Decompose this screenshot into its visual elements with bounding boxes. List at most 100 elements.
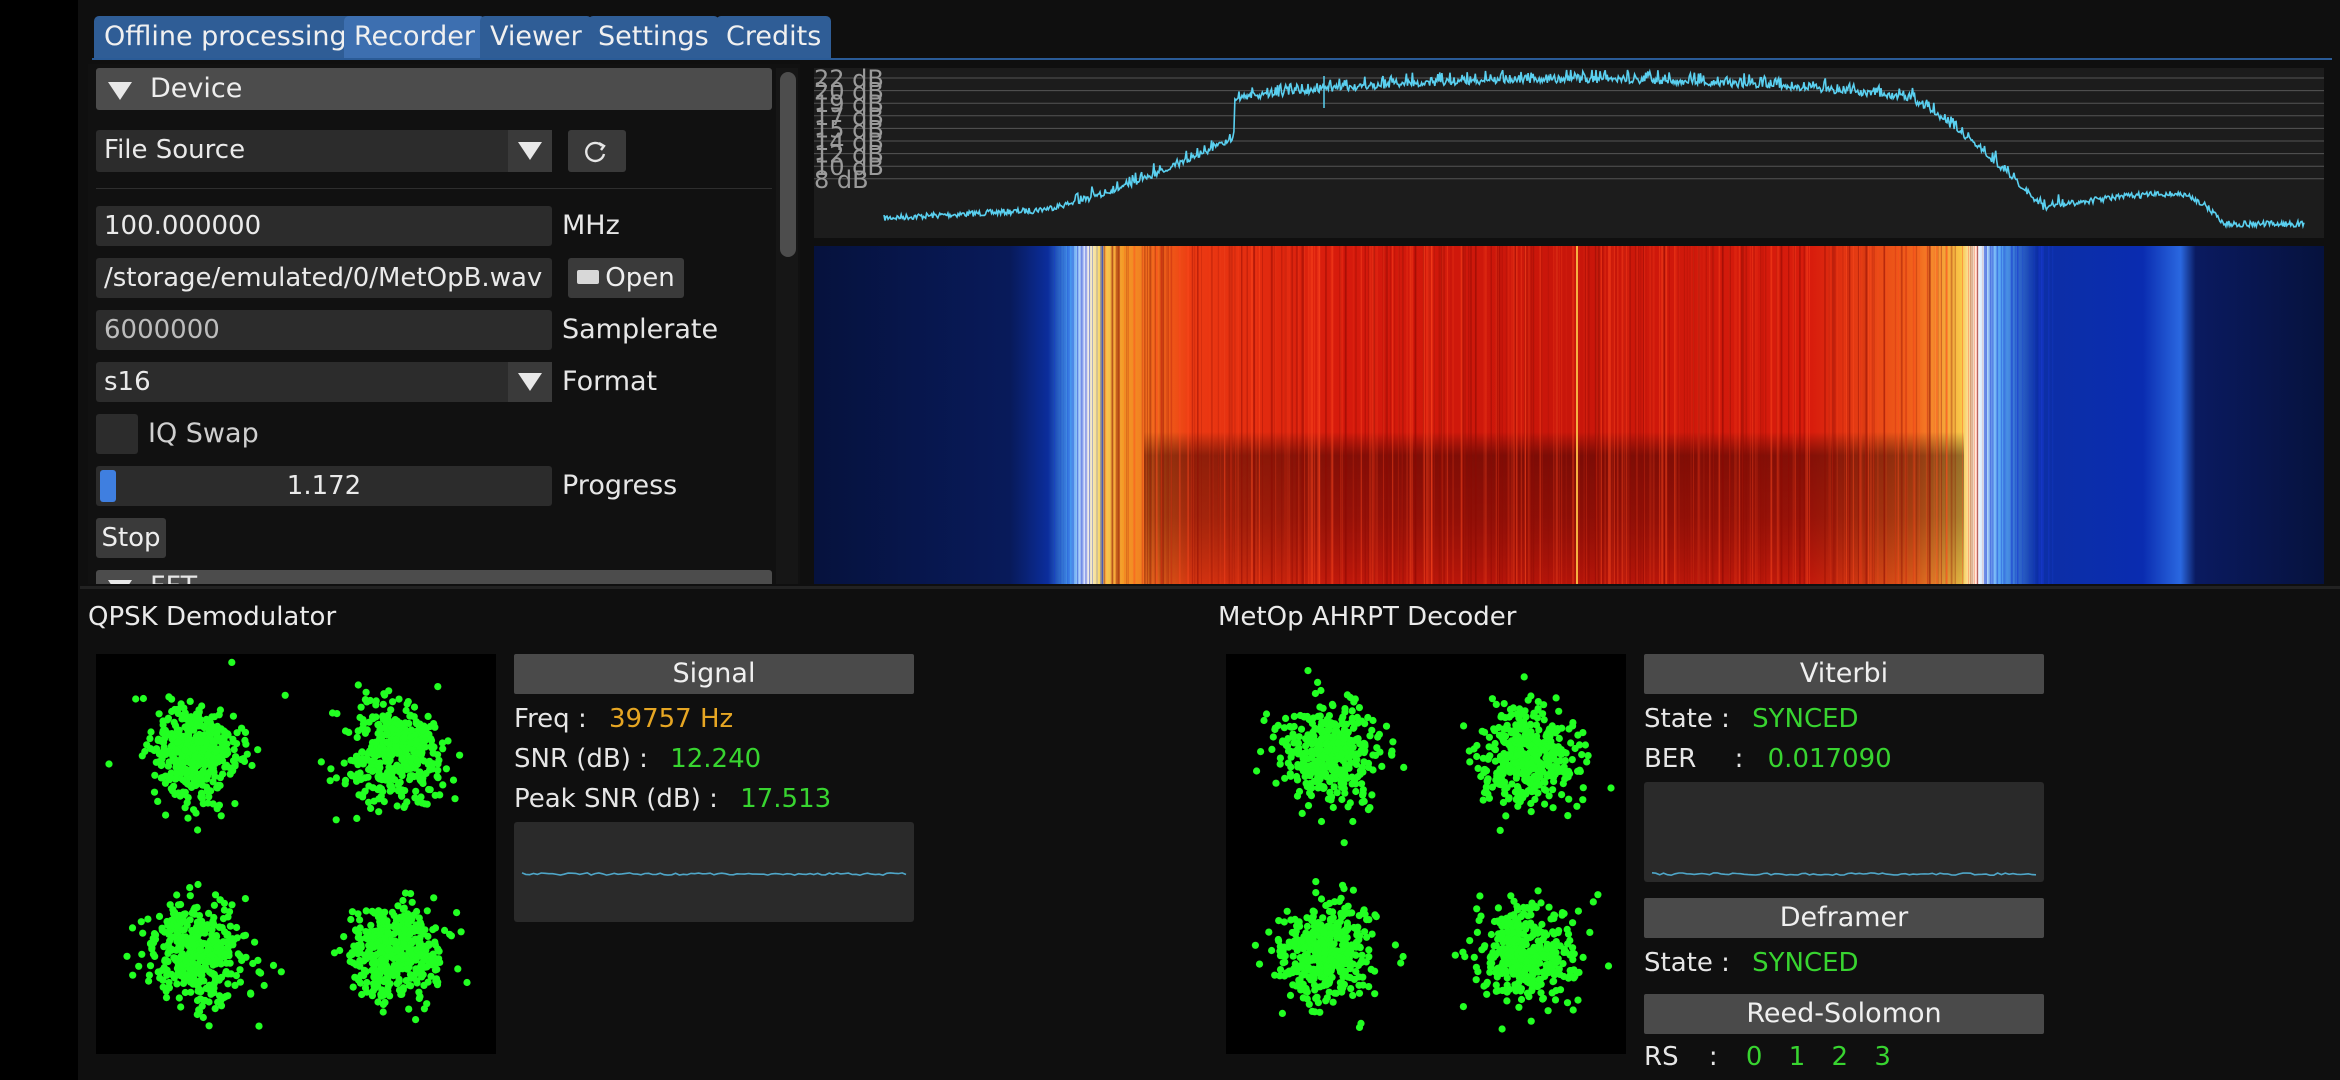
constellation-point (393, 802, 401, 810)
constellation-point (150, 788, 159, 796)
constellation-point (1482, 767, 1491, 775)
constellation-point (1574, 907, 1582, 915)
constellation-point (183, 799, 191, 807)
constellation-point (1303, 995, 1311, 1003)
constellation-point (1314, 678, 1322, 686)
file-path-input[interactable]: /storage/emulated/0/MetOpB.wav (96, 258, 552, 298)
tab-credits[interactable]: Credits (716, 16, 832, 58)
constellation-point (1555, 707, 1563, 715)
format-select[interactable]: s16 (96, 362, 552, 402)
constellation-point (1355, 989, 1364, 997)
constellation-point (137, 918, 145, 926)
constellation-point (1278, 1009, 1286, 1017)
format-select-arrow[interactable] (508, 362, 552, 402)
constellation-point (1579, 953, 1587, 961)
constellation-point (242, 953, 250, 961)
ber-colon: : (1734, 744, 1744, 774)
constellation-point (1511, 759, 1519, 767)
constellation-point (434, 978, 442, 986)
constellation-point (398, 786, 406, 794)
constellation-point (1352, 757, 1360, 765)
iq-swap-checkbox[interactable] (96, 414, 138, 454)
constellation-point (1306, 946, 1314, 954)
constellation-point (1522, 713, 1530, 721)
constellation-point (1549, 786, 1557, 794)
constellation-point (1530, 709, 1538, 717)
constellation-point (1371, 990, 1379, 998)
constellation-point (1560, 948, 1568, 956)
constellation-point (216, 896, 224, 904)
constellation-point (1545, 903, 1553, 911)
constellation-point (1584, 752, 1592, 760)
constellation-point (363, 726, 371, 734)
spectrum-trace (883, 68, 2305, 230)
tab-viewer[interactable]: Viewer (480, 16, 592, 58)
constellation-point (231, 762, 239, 770)
constellation-point (1391, 941, 1399, 949)
constellation-point (1347, 748, 1355, 756)
constellation-point (1507, 744, 1515, 753)
constellation-point (1565, 725, 1573, 733)
collapse-arrow-icon (108, 580, 132, 584)
constellation-point (389, 698, 397, 706)
tab-bar-underline (92, 58, 2332, 60)
constellation-point (165, 930, 173, 938)
constellation-point (1346, 693, 1354, 702)
constellation-point (430, 720, 438, 728)
samplerate-input[interactable]: 6000000 (96, 310, 552, 350)
constellation-point (213, 805, 221, 813)
constellation-point (165, 984, 173, 992)
constellation-point (1352, 951, 1360, 959)
open-file-button[interactable]: Open (568, 258, 684, 298)
fft-spectrum-plot[interactable]: 22 dB 20 dB 19 dB 17 dB 15 dB 14 dB 12 dB 10 dB… (814, 68, 2324, 238)
constellation-point (1459, 1003, 1467, 1011)
constellation-point (147, 728, 155, 736)
constellation-point (332, 774, 340, 782)
constellation-point (351, 973, 359, 981)
constellation-point (241, 895, 249, 903)
constellation-point (1269, 733, 1277, 741)
constellation-point (181, 790, 189, 799)
constellation-point (254, 746, 262, 754)
constellation-point (1530, 963, 1539, 972)
source-select[interactable]: File Source (96, 130, 552, 172)
constellation-point (1539, 746, 1547, 754)
constellation-point (1302, 742, 1310, 750)
constellation-point (1382, 722, 1391, 730)
device-header-label: Device (150, 73, 243, 104)
constellation-point (1542, 732, 1550, 740)
constellation-point (1549, 928, 1557, 936)
constellation-point (1335, 953, 1343, 962)
constellation-point (394, 902, 402, 910)
fft-header[interactable]: FFT (96, 570, 772, 584)
constellation-point (198, 791, 206, 799)
constellation-point (170, 954, 178, 962)
constellation-point (240, 932, 248, 940)
device-panel-scroll-thumb[interactable] (780, 72, 796, 257)
constellation-point (211, 772, 219, 781)
constellation-point (205, 909, 213, 917)
stop-button[interactable]: Stop (96, 518, 166, 558)
waterfall-display[interactable] (814, 246, 2324, 584)
constellation-point (1293, 792, 1302, 800)
constellation-point (1329, 998, 1337, 1006)
constellation-point (204, 786, 212, 794)
frequency-input[interactable]: 100.000000 (96, 206, 552, 246)
iq-swap-label: IQ Swap (148, 418, 259, 449)
collapse-arrow-icon (108, 82, 132, 100)
constellation-point (1260, 716, 1268, 725)
ber-value: 0.017090 (1767, 744, 1892, 774)
constellation-point (1363, 916, 1371, 924)
source-select-arrow[interactable] (508, 130, 552, 172)
constellation-point (1327, 955, 1335, 963)
constellation-point (247, 990, 255, 998)
tab-settings[interactable]: Settings (588, 16, 719, 58)
constellation-point (1319, 704, 1327, 712)
tab-offline-processing[interactable]: Offline processing (94, 16, 357, 58)
constellation-point (400, 734, 408, 742)
constellation-point (195, 1006, 203, 1014)
tab-recorder[interactable]: Recorder (344, 16, 485, 58)
constellation-point (406, 915, 414, 923)
refresh-button[interactable] (568, 130, 626, 172)
constellation-point (430, 894, 438, 902)
